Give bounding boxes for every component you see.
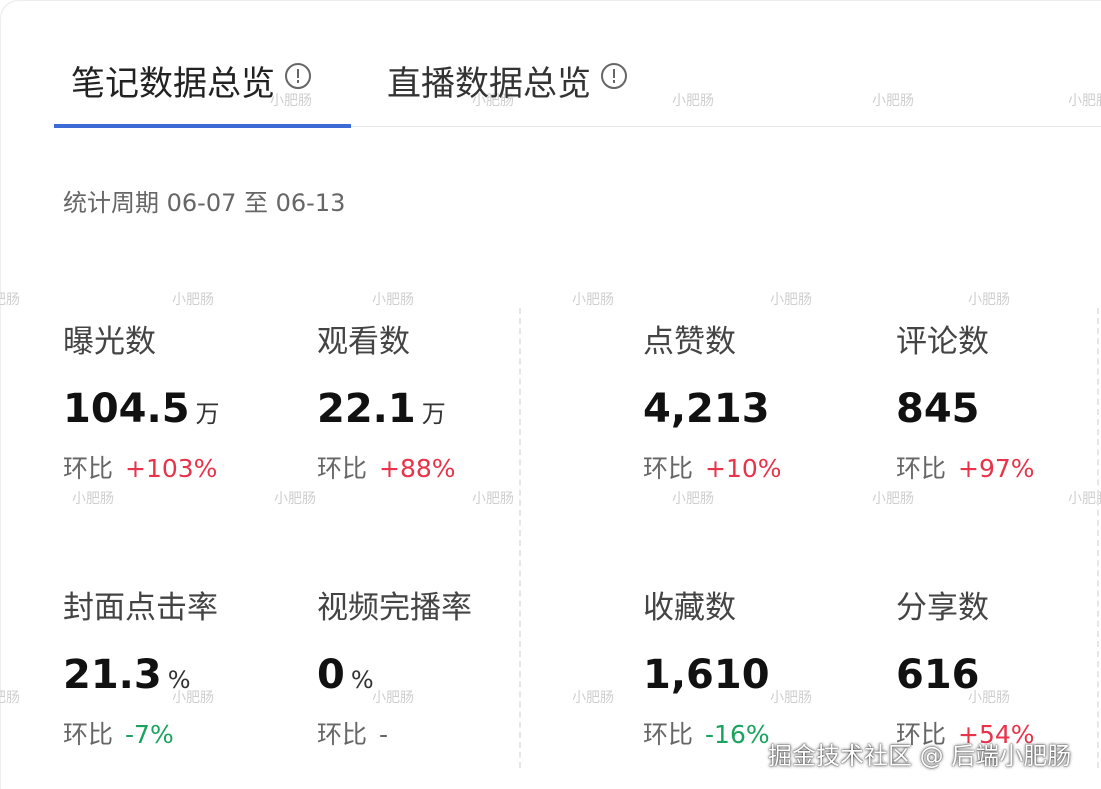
metric-value: 616	[896, 650, 1101, 708]
metric-number: 21.3	[63, 652, 162, 698]
metric-number: 4,213	[643, 386, 770, 432]
compare-value: +10%	[705, 454, 782, 483]
compare-value: -16%	[705, 720, 770, 749]
data-overview-card: 小肥肠 小肥肠 小肥肠 小肥肠 小肥肠 小肥肠 小肥肠 小肥肠 小肥肠 小肥肠 …	[0, 0, 1101, 789]
compare-value: +88%	[379, 454, 456, 483]
tab-notes-overview[interactable]: 笔记数据总览	[71, 62, 311, 106]
metric-unit: %	[350, 666, 374, 694]
metric-label: 观看数	[317, 324, 410, 360]
watermark-text: 小肥肠	[72, 491, 114, 507]
info-icon[interactable]	[601, 63, 627, 89]
watermark-text: 小肥肠	[872, 491, 914, 507]
metric-value: 1,610	[643, 650, 883, 708]
metric-unit: 万	[195, 400, 220, 428]
metric-value: 0%	[317, 650, 557, 708]
compare-value: +103%	[125, 454, 218, 483]
tab-label: 笔记数据总览	[71, 64, 275, 104]
metric-number: 104.5	[63, 386, 190, 432]
watermark-text: 小肥肠	[572, 292, 614, 308]
compare-label: 环比	[63, 454, 114, 483]
metric-likes: 点赞数 4,213 环比 +10%	[643, 322, 883, 486]
compare-label: 环比	[63, 720, 114, 749]
watermark-text: 小肥肠	[770, 292, 812, 308]
metric-video-completion: 视频完播率 0% 环比 -	[317, 588, 557, 752]
metric-unit: 万	[421, 400, 446, 428]
active-tab-indicator	[54, 124, 351, 128]
compare-label: 环比	[896, 454, 947, 483]
metric-label: 视频完播率	[317, 590, 472, 626]
info-icon[interactable]	[285, 63, 311, 89]
metric-comments: 评论数 845 环比 +97%	[896, 322, 1101, 486]
metric-number: 1,610	[643, 652, 770, 698]
stat-period: 统计周期 06-07 至 06-13	[63, 189, 346, 217]
metric-value: 21.3%	[63, 650, 303, 708]
footer-watermark: 掘金技术社区 @ 后端小肥肠	[768, 742, 1072, 770]
metric-compare: 环比 -	[317, 718, 557, 752]
metric-label: 封面点击率	[63, 590, 218, 626]
watermark-text: 小肥肠	[172, 292, 214, 308]
metric-value: 104.5 万	[63, 384, 303, 442]
metric-shares: 分享数 616 环比 +54%	[896, 588, 1101, 752]
metric-value: 22.1 万	[317, 384, 557, 442]
metric-label: 点赞数	[643, 324, 736, 360]
metric-number: 0	[317, 652, 345, 698]
compare-label: 环比	[317, 720, 368, 749]
watermark-text: 小肥肠	[472, 491, 514, 507]
compare-value: -7%	[125, 720, 174, 749]
metric-compare: 环比 +88%	[317, 452, 557, 486]
metric-cover-ctr: 封面点击率 21.3% 环比 -7%	[63, 588, 303, 752]
watermark-text: 小肥肠	[0, 292, 20, 308]
watermark-text: 小肥肠	[968, 292, 1010, 308]
metric-number: 22.1	[317, 386, 416, 432]
metric-views: 观看数 22.1 万 环比 +88%	[317, 322, 557, 486]
metric-value: 4,213	[643, 384, 883, 442]
tab-live-overview[interactable]: 直播数据总览	[387, 62, 627, 106]
watermark-text: 小肥肠	[572, 690, 614, 706]
metric-favorites: 收藏数 1,610 环比 -16%	[643, 588, 883, 752]
watermark-text: 小肥肠	[372, 292, 414, 308]
tab-label: 直播数据总览	[387, 64, 591, 104]
metric-compare: 环比 +10%	[643, 452, 883, 486]
metric-label: 收藏数	[643, 590, 736, 626]
metric-label: 分享数	[896, 590, 989, 626]
watermark-text: 小肥肠	[672, 491, 714, 507]
metric-number: 616	[896, 652, 980, 698]
compare-label: 环比	[317, 454, 368, 483]
compare-label: 环比	[643, 720, 694, 749]
compare-value: -	[379, 720, 389, 749]
metric-compare: 环比 +103%	[63, 452, 303, 486]
metric-label: 评论数	[896, 324, 989, 360]
compare-value: +97%	[958, 454, 1035, 483]
metric-impressions: 曝光数 104.5 万 环比 +103%	[63, 322, 303, 486]
metric-number: 845	[896, 386, 980, 432]
compare-label: 环比	[643, 454, 694, 483]
watermark-text: 小肥肠	[0, 690, 20, 706]
watermark-text: 小肥肠	[274, 491, 316, 507]
metric-value: 845	[896, 384, 1101, 442]
metric-unit: %	[167, 666, 191, 694]
metric-label: 曝光数	[63, 324, 156, 360]
overview-tabs: 笔记数据总览 直播数据总览	[54, 52, 1101, 128]
metric-compare: 环比 -7%	[63, 718, 303, 752]
metric-compare: 环比 +97%	[896, 452, 1101, 486]
